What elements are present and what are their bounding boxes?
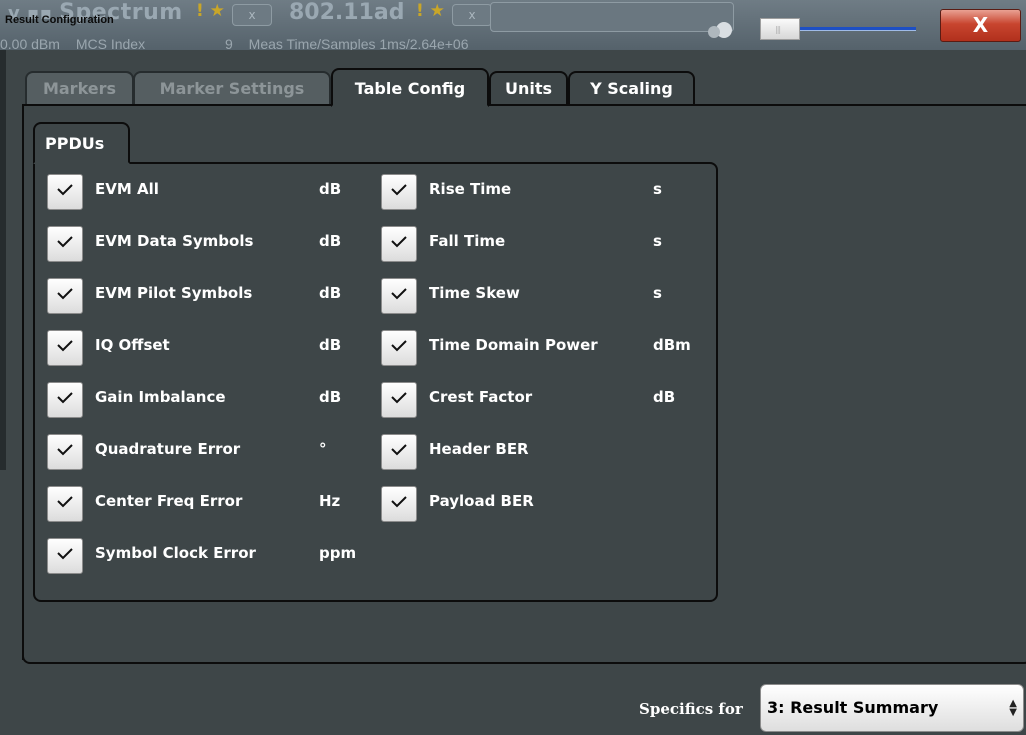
checkbox-label: Symbol Clock Error xyxy=(95,544,256,562)
check-icon xyxy=(57,444,73,456)
checkbox-row[interactable]: Quadrature Error ° xyxy=(47,434,377,470)
checkbox-label: Time Domain Power xyxy=(429,336,598,354)
transparency-slider[interactable]: ||| xyxy=(760,18,916,40)
check-icon xyxy=(57,288,73,300)
checkbox-row[interactable]: Payload BER xyxy=(381,486,711,522)
checkbox[interactable] xyxy=(47,174,83,210)
unit-label: s xyxy=(653,232,662,250)
tab-y-scaling[interactable]: Y Scaling xyxy=(568,71,695,106)
checkbox[interactable] xyxy=(381,382,417,418)
specifics-select-value: 3: Result Summary xyxy=(767,698,939,717)
checkbox[interactable] xyxy=(381,434,417,470)
dialog-title: Result Configuration xyxy=(5,14,114,26)
checkbox[interactable] xyxy=(47,226,83,262)
checkbox-label: EVM All xyxy=(95,180,159,198)
slider-track xyxy=(796,27,916,31)
checkbox-label: EVM Pilot Symbols xyxy=(95,284,253,302)
checkbox-row[interactable]: Time Domain Power dBm xyxy=(381,330,711,366)
window-titlebar: v ▪▪ Spectrum ! ★ x 802.11ad ! ★ x Resul… xyxy=(0,0,1026,52)
checkbox[interactable] xyxy=(47,538,83,574)
checkbox-row[interactable]: Center Freq Error Hz xyxy=(47,486,377,522)
unit-label: s xyxy=(653,284,662,302)
tab-markers[interactable]: Markers xyxy=(25,71,134,106)
check-icon xyxy=(57,496,73,508)
tab-table-config[interactable]: Table Config xyxy=(331,68,489,107)
check-icon xyxy=(391,288,407,300)
unit-label: dB xyxy=(653,388,676,406)
background-tab-close-2[interactable]: x xyxy=(452,4,492,26)
checkbox[interactable] xyxy=(47,382,83,418)
checkbox[interactable] xyxy=(47,486,83,522)
checkbox[interactable] xyxy=(47,278,83,314)
check-icon xyxy=(391,392,407,404)
unit-label: s xyxy=(653,180,662,198)
checkbox-label: Gain Imbalance xyxy=(95,388,226,406)
checkbox-row[interactable]: Header BER xyxy=(381,434,711,470)
checkbox[interactable] xyxy=(381,174,417,210)
checkbox-row[interactable]: EVM All dB xyxy=(47,174,377,210)
group-tab-ppdus: PPDUs xyxy=(33,122,130,164)
check-icon xyxy=(391,340,407,352)
checkbox-row[interactable]: EVM Data Symbols dB xyxy=(47,226,377,262)
slider-thumb[interactable]: ||| xyxy=(760,18,800,40)
unit-label: dB xyxy=(319,336,342,354)
checkbox-label: IQ Offset xyxy=(95,336,170,354)
warning-icon-2: ! ★ xyxy=(416,1,445,21)
checkbox-row[interactable]: IQ Offset dB xyxy=(47,330,377,366)
background-tab xyxy=(490,2,734,32)
checkbox-label: Header BER xyxy=(429,440,529,458)
check-icon xyxy=(57,340,73,352)
checkbox-row[interactable]: Gain Imbalance dB xyxy=(47,382,377,418)
checkbox-row[interactable]: Fall Time s xyxy=(381,226,711,262)
checkbox[interactable] xyxy=(381,486,417,522)
checkbox[interactable] xyxy=(47,330,83,366)
unit-label: ° xyxy=(319,440,327,458)
checkbox-label: Time Skew xyxy=(429,284,520,302)
check-icon xyxy=(391,184,407,196)
checkbox-label: Payload BER xyxy=(429,492,534,510)
tab-marker-settings[interactable]: Marker Settings xyxy=(133,71,331,106)
specifics-label: Specifics for xyxy=(639,700,743,718)
specifics-select[interactable]: 3: Result Summary ▲ ▼ xyxy=(760,684,1024,732)
check-icon xyxy=(57,236,73,248)
check-icon xyxy=(57,548,73,560)
check-icon xyxy=(391,236,407,248)
checkbox-row[interactable]: Time Skew s xyxy=(381,278,711,314)
checkbox[interactable] xyxy=(381,278,417,314)
checkbox[interactable] xyxy=(381,226,417,262)
checkbox[interactable] xyxy=(381,330,417,366)
unit-label: Hz xyxy=(319,492,341,510)
close-button[interactable]: X xyxy=(940,9,1021,42)
checkbox-label: EVM Data Symbols xyxy=(95,232,254,250)
checkbox-row[interactable]: EVM Pilot Symbols dB xyxy=(47,278,377,314)
background-tab-close[interactable]: x xyxy=(232,4,272,26)
record-icon xyxy=(708,22,732,38)
checkbox-label: Rise Time xyxy=(429,180,512,198)
select-arrows-icon: ▲ ▼ xyxy=(1009,698,1017,718)
check-icon xyxy=(391,444,407,456)
checkbox-label: Center Freq Error xyxy=(95,492,243,510)
unit-label: dBm xyxy=(653,336,691,354)
unit-label: dB xyxy=(319,388,342,406)
checkbox-row[interactable]: Rise Time s xyxy=(381,174,711,210)
unit-label: dB xyxy=(319,180,342,198)
unit-label: dB xyxy=(319,284,342,302)
checkbox-label: Crest Factor xyxy=(429,388,533,406)
checkbox-row[interactable]: Crest Factor dB xyxy=(381,382,711,418)
check-icon xyxy=(391,496,407,508)
checkbox[interactable] xyxy=(47,434,83,470)
unit-label: ppm xyxy=(319,544,357,562)
check-icon xyxy=(57,392,73,404)
checkbox-label: Quadrature Error xyxy=(95,440,241,458)
left-edge xyxy=(0,50,6,470)
panel-border xyxy=(22,104,24,660)
check-icon xyxy=(57,184,73,196)
unit-label: dB xyxy=(319,232,342,250)
background-app2-title: 802.11ad xyxy=(289,0,405,25)
checkbox-row[interactable]: Symbol Clock Error ppm xyxy=(47,538,377,574)
tab-units[interactable]: Units xyxy=(489,71,568,106)
checkbox-label: Fall Time xyxy=(429,232,506,250)
warning-icon: ! ★ xyxy=(196,1,225,21)
